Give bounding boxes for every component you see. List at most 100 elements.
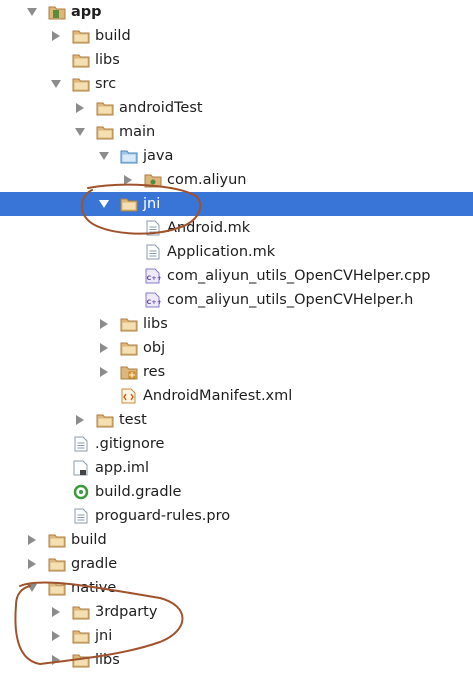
folder-icon bbox=[72, 52, 90, 68]
tree-node[interactable]: build.gradle bbox=[0, 480, 473, 504]
collapse-arrow-icon[interactable] bbox=[26, 6, 38, 18]
expand-arrow-icon[interactable] bbox=[50, 606, 62, 618]
folder-icon bbox=[48, 580, 66, 596]
tree-node-label: 3rdparty bbox=[95, 604, 158, 620]
tree-node[interactable]: res bbox=[0, 360, 473, 384]
tree-node-label: java bbox=[143, 148, 174, 164]
tree-node[interactable]: Application.mk bbox=[0, 240, 473, 264]
expand-arrow-icon[interactable] bbox=[50, 30, 62, 42]
tree-node-label: .gitignore bbox=[95, 436, 165, 452]
folder-icon bbox=[120, 340, 138, 356]
text-file-icon bbox=[72, 436, 90, 452]
tree-node[interactable]: build bbox=[0, 528, 473, 552]
expand-arrow-icon[interactable] bbox=[98, 366, 110, 378]
collapse-arrow-icon[interactable] bbox=[26, 582, 38, 594]
tree-node-label: gradle bbox=[71, 556, 118, 572]
folder-icon bbox=[120, 316, 138, 332]
tree-node-label: jni bbox=[143, 196, 161, 212]
folder-icon bbox=[72, 628, 90, 644]
tree-node[interactable]: jni bbox=[0, 192, 473, 216]
tree-node[interactable]: libs bbox=[0, 648, 473, 672]
tree-node[interactable]: com.aliyun bbox=[0, 168, 473, 192]
tree-node-label: jni bbox=[95, 628, 113, 644]
tree-node[interactable]: app bbox=[0, 0, 473, 24]
project-tree: app build libs src androidTest main java com.al… bbox=[0, 0, 473, 673]
tree-node-label: app bbox=[71, 4, 102, 20]
tree-node[interactable]: .gitignore bbox=[0, 432, 473, 456]
text-file-icon bbox=[144, 220, 162, 236]
collapse-arrow-icon[interactable] bbox=[50, 78, 62, 90]
tree-node[interactable]: androidTest bbox=[0, 96, 473, 120]
tree-node[interactable]: proguard-rules.pro bbox=[0, 504, 473, 528]
tree-node[interactable]: java bbox=[0, 144, 473, 168]
expand-arrow-icon[interactable] bbox=[50, 630, 62, 642]
tree-node[interactable]: app.iml bbox=[0, 456, 473, 480]
iml-file-icon bbox=[72, 460, 90, 476]
tree-node[interactable]: main bbox=[0, 120, 473, 144]
tree-node-label: libs bbox=[143, 316, 168, 332]
tree-node[interactable]: libs bbox=[0, 48, 473, 72]
tree-node-label: Android.mk bbox=[167, 220, 251, 236]
folder-icon bbox=[96, 124, 114, 140]
tree-node-label: build bbox=[71, 532, 107, 548]
tree-node[interactable]: libs bbox=[0, 312, 473, 336]
tree-node-label: libs bbox=[95, 652, 120, 668]
tree-node[interactable]: test bbox=[0, 408, 473, 432]
expand-arrow-icon[interactable] bbox=[26, 558, 38, 570]
tree-node[interactable]: Android.mk bbox=[0, 216, 473, 240]
tree-node[interactable]: C++ com_aliyun_utils_OpenCVHelper.h bbox=[0, 288, 473, 312]
tree-node[interactable]: 3rdparty bbox=[0, 600, 473, 624]
tree-node-label: AndroidManifest.xml bbox=[143, 388, 293, 404]
tree-node[interactable]: obj bbox=[0, 336, 473, 360]
collapse-arrow-icon[interactable] bbox=[98, 150, 110, 162]
folder-icon bbox=[72, 652, 90, 668]
tree-node-label: build bbox=[95, 28, 131, 44]
module-icon bbox=[48, 4, 66, 20]
tree-node-label: main bbox=[119, 124, 156, 140]
resource-folder-icon bbox=[120, 364, 138, 380]
expand-arrow-icon[interactable] bbox=[74, 102, 86, 114]
text-file-icon bbox=[72, 508, 90, 524]
tree-node[interactable]: src bbox=[0, 72, 473, 96]
tree-node[interactable]: AndroidManifest.xml bbox=[0, 384, 473, 408]
expand-arrow-icon[interactable] bbox=[50, 654, 62, 666]
tree-node-label: src bbox=[95, 76, 117, 92]
header-file-icon: C++ bbox=[144, 292, 162, 308]
tree-node[interactable]: native bbox=[0, 576, 473, 600]
tree-node[interactable]: gradle bbox=[0, 552, 473, 576]
tree-node[interactable]: jni bbox=[0, 624, 473, 648]
tree-node[interactable]: C++ com_aliyun_utils_OpenCVHelper.cpp bbox=[0, 264, 473, 288]
cpp-file-icon: C++ bbox=[144, 268, 162, 284]
folder-icon bbox=[48, 556, 66, 572]
svg-text:C++: C++ bbox=[147, 298, 162, 306]
folder-icon bbox=[96, 100, 114, 116]
folder-icon bbox=[48, 532, 66, 548]
expand-arrow-icon[interactable] bbox=[98, 342, 110, 354]
tree-node-label: app.iml bbox=[95, 460, 150, 476]
xml-file-icon bbox=[120, 388, 138, 404]
tree-node[interactable]: build bbox=[0, 24, 473, 48]
tree-node-label: obj bbox=[143, 340, 166, 356]
tree-node-label: build.gradle bbox=[95, 484, 182, 500]
tree-node-label: native bbox=[71, 580, 117, 596]
collapse-arrow-icon[interactable] bbox=[74, 126, 86, 138]
tree-node-label: com_aliyun_utils_OpenCVHelper.cpp bbox=[167, 268, 431, 284]
source-folder-icon bbox=[120, 148, 138, 164]
expand-arrow-icon[interactable] bbox=[26, 534, 38, 546]
tree-node-label: com_aliyun_utils_OpenCVHelper.h bbox=[167, 292, 414, 308]
collapse-arrow-icon[interactable] bbox=[98, 198, 110, 210]
tree-node-label: proguard-rules.pro bbox=[95, 508, 231, 524]
gradle-file-icon bbox=[72, 484, 90, 500]
package-icon bbox=[144, 172, 162, 188]
expand-arrow-icon[interactable] bbox=[98, 318, 110, 330]
tree-node-label: Application.mk bbox=[167, 244, 276, 260]
tree-node-label: test bbox=[119, 412, 147, 428]
folder-icon bbox=[72, 76, 90, 92]
expand-arrow-icon[interactable] bbox=[74, 414, 86, 426]
expand-arrow-icon[interactable] bbox=[122, 174, 134, 186]
tree-node-label: androidTest bbox=[119, 100, 203, 116]
folder-icon bbox=[72, 604, 90, 620]
folder-icon bbox=[120, 196, 138, 212]
folder-icon bbox=[72, 28, 90, 44]
tree-node-label: res bbox=[143, 364, 166, 380]
